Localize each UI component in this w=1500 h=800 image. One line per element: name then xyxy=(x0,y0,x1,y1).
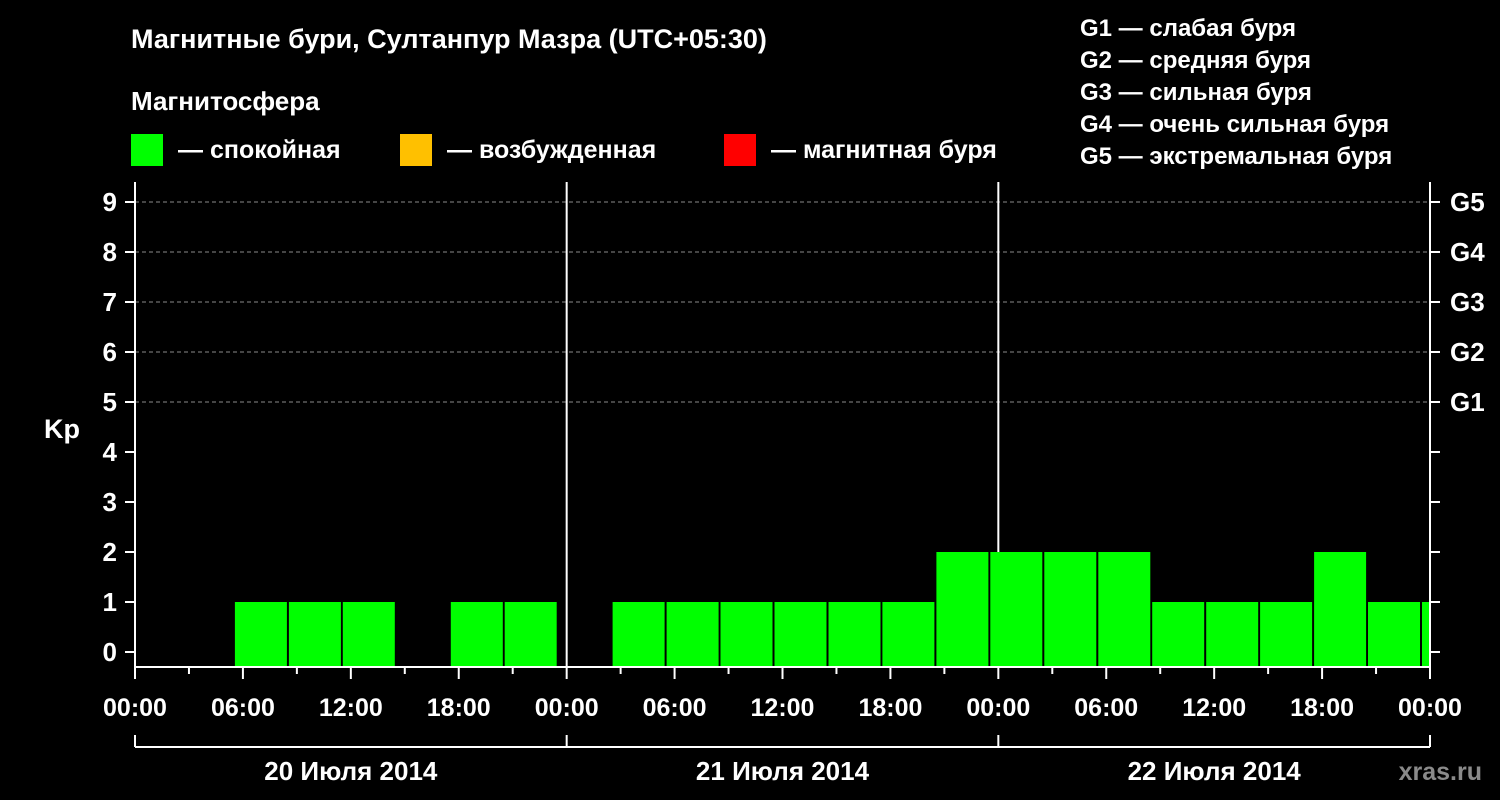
x-tick-label-1: 00:00 xyxy=(103,694,167,722)
x-tick-label-11: 12:00 xyxy=(1182,694,1246,722)
g-scale-label-g1: G1 xyxy=(1450,387,1485,417)
bar-10 xyxy=(828,602,881,667)
legend-swatch-2 xyxy=(400,134,432,166)
storm-scale-item-5: G5 — экстремальная буря xyxy=(1080,143,1392,170)
y-tick-label-3: 3 xyxy=(103,487,117,517)
bar-3 xyxy=(342,602,395,667)
day-label-2: 21 Июля 2014 xyxy=(696,756,870,786)
y-tick-label-9: 9 xyxy=(103,187,117,217)
legend-swatch-1 xyxy=(131,134,163,166)
bar-4 xyxy=(450,602,503,667)
bar-14 xyxy=(1044,552,1097,667)
bar-12 xyxy=(936,552,989,667)
kp-chart: Магнитные бури, Султанпур Мазра (UTC+05:… xyxy=(44,15,1485,786)
bar-15 xyxy=(1098,552,1151,667)
x-tick-label-4: 18:00 xyxy=(427,694,491,722)
g-scale-label-g4: G4 xyxy=(1450,237,1485,267)
y-tick-label-8: 8 xyxy=(103,237,117,267)
legend-label-2: — возбужденная xyxy=(447,136,656,164)
day-label-3: 22 Июля 2014 xyxy=(1128,756,1302,786)
x-tick-label-2: 06:00 xyxy=(211,694,275,722)
legend-label-3: — магнитная буря xyxy=(771,136,997,164)
y-tick-label-2: 2 xyxy=(103,537,117,567)
bar-17 xyxy=(1206,602,1259,667)
storm-scale-legend: G1 — слабая буря G2 — средняя буря G3 — си… xyxy=(1080,15,1392,170)
day-label-1: 20 Июля 2014 xyxy=(264,756,438,786)
y-axis-label: Kp xyxy=(44,414,80,444)
x-tick-label-12: 18:00 xyxy=(1290,694,1354,722)
x-tick-label-10: 06:00 xyxy=(1074,694,1138,722)
bar-8 xyxy=(720,602,773,667)
y-tick-label-5: 5 xyxy=(103,387,117,417)
legend-label-1: — спокойная xyxy=(178,136,341,164)
bar-6 xyxy=(612,602,665,667)
storm-scale-item-2: G2 — средняя буря xyxy=(1080,47,1311,74)
bar-19 xyxy=(1314,552,1367,667)
legend-swatch-3 xyxy=(724,134,756,166)
bar-21 xyxy=(1422,602,1429,667)
x-tick-label-9: 00:00 xyxy=(966,694,1030,722)
x-tick-label-13: 00:00 xyxy=(1398,694,1462,722)
bar-1 xyxy=(234,602,287,667)
x-tick-label-5: 00:00 xyxy=(535,694,599,722)
g-scale-label-g5: G5 xyxy=(1450,187,1485,217)
g-scale-label-g2: G2 xyxy=(1450,337,1485,367)
bar-9 xyxy=(774,602,827,667)
bar-20 xyxy=(1368,602,1420,667)
x-tick-label-8: 18:00 xyxy=(858,694,922,722)
bar-7 xyxy=(666,602,719,667)
y-tick-label-6: 6 xyxy=(103,337,117,367)
bar-16 xyxy=(1152,602,1205,667)
storm-scale-item-4: G4 — очень сильная буря xyxy=(1080,111,1389,138)
watermark: xras.ru xyxy=(1399,758,1482,786)
x-tick-label-7: 12:00 xyxy=(751,694,815,722)
legend-title: Магнитосфера xyxy=(131,86,320,116)
legend: — спокойная — возбужденная — магнитная бур… xyxy=(131,134,997,166)
bar-18 xyxy=(1260,602,1313,667)
storm-scale-item-3: G3 — сильная буря xyxy=(1080,79,1312,106)
g-scale-label-g3: G3 xyxy=(1450,287,1485,317)
storm-scale-item-1: G1 — слабая буря xyxy=(1080,15,1296,42)
bar-11 xyxy=(882,602,935,667)
plot-area: 0 1 2 3 4 5 6 7 8 9 G1 G2 G3 G4 G5 00:00 06:00 12:00 18:00… xyxy=(103,182,1485,786)
y-tick-label-1: 1 xyxy=(103,587,117,617)
chart-title: Магнитные бури, Султанпур Мазра (UTC+05:… xyxy=(131,24,767,54)
bar-2 xyxy=(288,602,341,667)
y-tick-label-4: 4 xyxy=(103,437,118,467)
x-tick-label-3: 12:00 xyxy=(319,694,383,722)
x-tick-label-6: 06:00 xyxy=(643,694,707,722)
bar-5 xyxy=(504,602,557,667)
y-tick-label-0: 0 xyxy=(103,637,117,667)
y-tick-label-7: 7 xyxy=(103,287,117,317)
bar-13 xyxy=(990,552,1043,667)
